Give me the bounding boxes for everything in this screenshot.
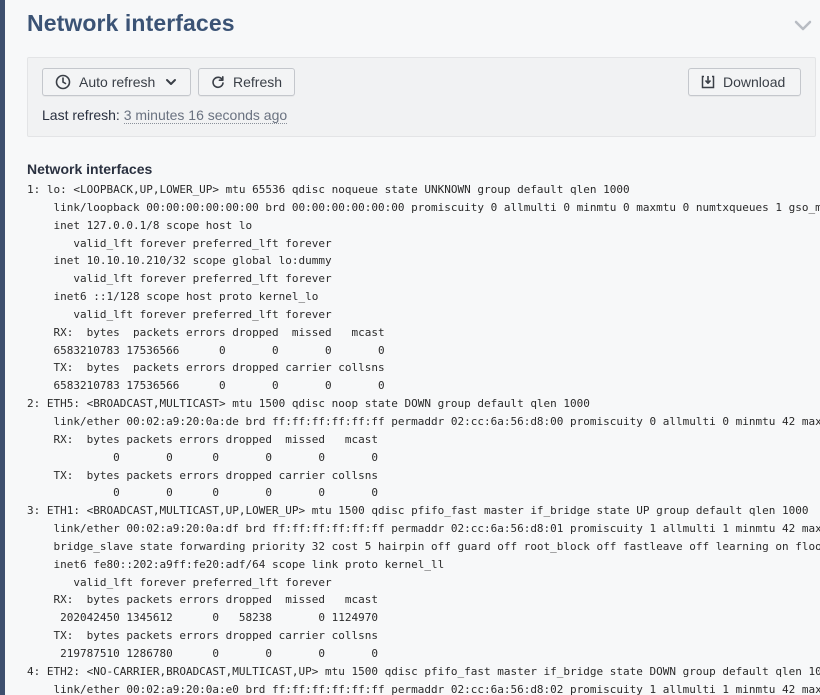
command-output: 1: lo: <LOOPBACK,UP,LOWER_UP> mtu 65536 …: [27, 181, 820, 695]
output-line: 0 0 0 0 0 0: [27, 486, 378, 500]
output-line: 6583210783 17536566 0 0 0 0: [27, 379, 385, 393]
last-refresh-label: Last refresh:: [42, 107, 120, 123]
auto-refresh-dropdown[interactable]: Auto refresh: [42, 68, 191, 96]
chevron-down-icon: [165, 76, 177, 88]
output-line: 3: ETH1: <BROADCAST,MULTICAST,UP,LOWER_U…: [27, 504, 809, 518]
page-title: Network interfaces: [27, 10, 235, 36]
refresh-toolbar: Auto refresh Refresh Download Last refre…: [27, 57, 816, 137]
refresh-icon: [211, 75, 225, 89]
output-line: 0 0 0 0 0 0: [27, 450, 378, 464]
clock-icon: [55, 74, 71, 90]
output-line: inet 10.10.10.210/32 scope global lo:dum…: [27, 254, 332, 268]
output-line: 219787510 1286780 0 0 0 0: [27, 646, 378, 660]
last-refresh-status: Last refresh: 3 minutes 16 seconds ago: [42, 107, 288, 124]
output-line: 2: ETH5: <BROADCAST,MULTICAST> mtu 1500 …: [27, 397, 590, 411]
output-line: 6583210783 17536566 0 0 0 0: [27, 343, 385, 357]
output-line: 202042450 1345612 0 58238 0 1124970: [27, 611, 378, 625]
auto-refresh-label: Auto refresh: [79, 74, 156, 90]
output-line: 4: ETH2: <NO-CARRIER,BROADCAST,MULTICAST…: [27, 664, 820, 678]
output-line: RX: bytes packets errors dropped missed …: [27, 325, 385, 339]
output-line: valid_lft forever preferred_lft forever: [27, 575, 332, 589]
output-line: inet6 ::1/128 scope host proto kernel_lo: [27, 290, 319, 304]
output-line: TX: bytes packets errors dropped carrier…: [27, 361, 385, 375]
output-line: valid_lft forever preferred_lft forever: [27, 272, 332, 286]
output-line: RX: bytes packets errors dropped missed …: [27, 432, 378, 446]
output-line: valid_lft forever preferred_lft forever: [27, 236, 332, 250]
output-line: valid_lft forever preferred_lft forever: [27, 307, 332, 321]
output-line: link/ether 00:02:a9:20:0a:de brd ff:ff:f…: [27, 414, 820, 428]
output-line: TX: bytes packets errors dropped carrier…: [27, 468, 378, 482]
output-line: bridge_slave state forwarding priority 3…: [27, 539, 820, 553]
output-section-title: Network interfaces: [27, 161, 153, 177]
output-line: 1: lo: <LOOPBACK,UP,LOWER_UP> mtu 65536 …: [27, 183, 630, 196]
output-line: link/ether 00:02:a9:20:0a:e0 brd ff:ff:f…: [27, 682, 820, 695]
refresh-button[interactable]: Refresh: [198, 68, 295, 96]
output-line: inet 127.0.0.1/8 scope host lo: [27, 218, 253, 232]
last-refresh-time: 3 minutes 16 seconds ago: [123, 107, 288, 124]
output-line: RX: bytes packets errors dropped missed …: [27, 593, 378, 607]
output-line: TX: bytes packets errors dropped carrier…: [27, 629, 378, 643]
output-line: link/ether 00:02:a9:20:0a:df brd ff:ff:f…: [27, 522, 820, 536]
output-line: link/loopback 00:00:00:00:00:00 brd 00:0…: [27, 200, 820, 214]
download-icon: [701, 75, 715, 89]
chevron-down-icon[interactable]: [792, 14, 814, 36]
refresh-label: Refresh: [233, 74, 283, 90]
download-label: Download: [723, 74, 786, 90]
download-button[interactable]: Download: [688, 68, 801, 96]
output-line: inet6 fe80::202:a9ff:fe20:adf/64 scope l…: [27, 557, 445, 571]
network-interfaces-panel: Network interfaces Auto refresh Refresh …: [5, 0, 820, 695]
